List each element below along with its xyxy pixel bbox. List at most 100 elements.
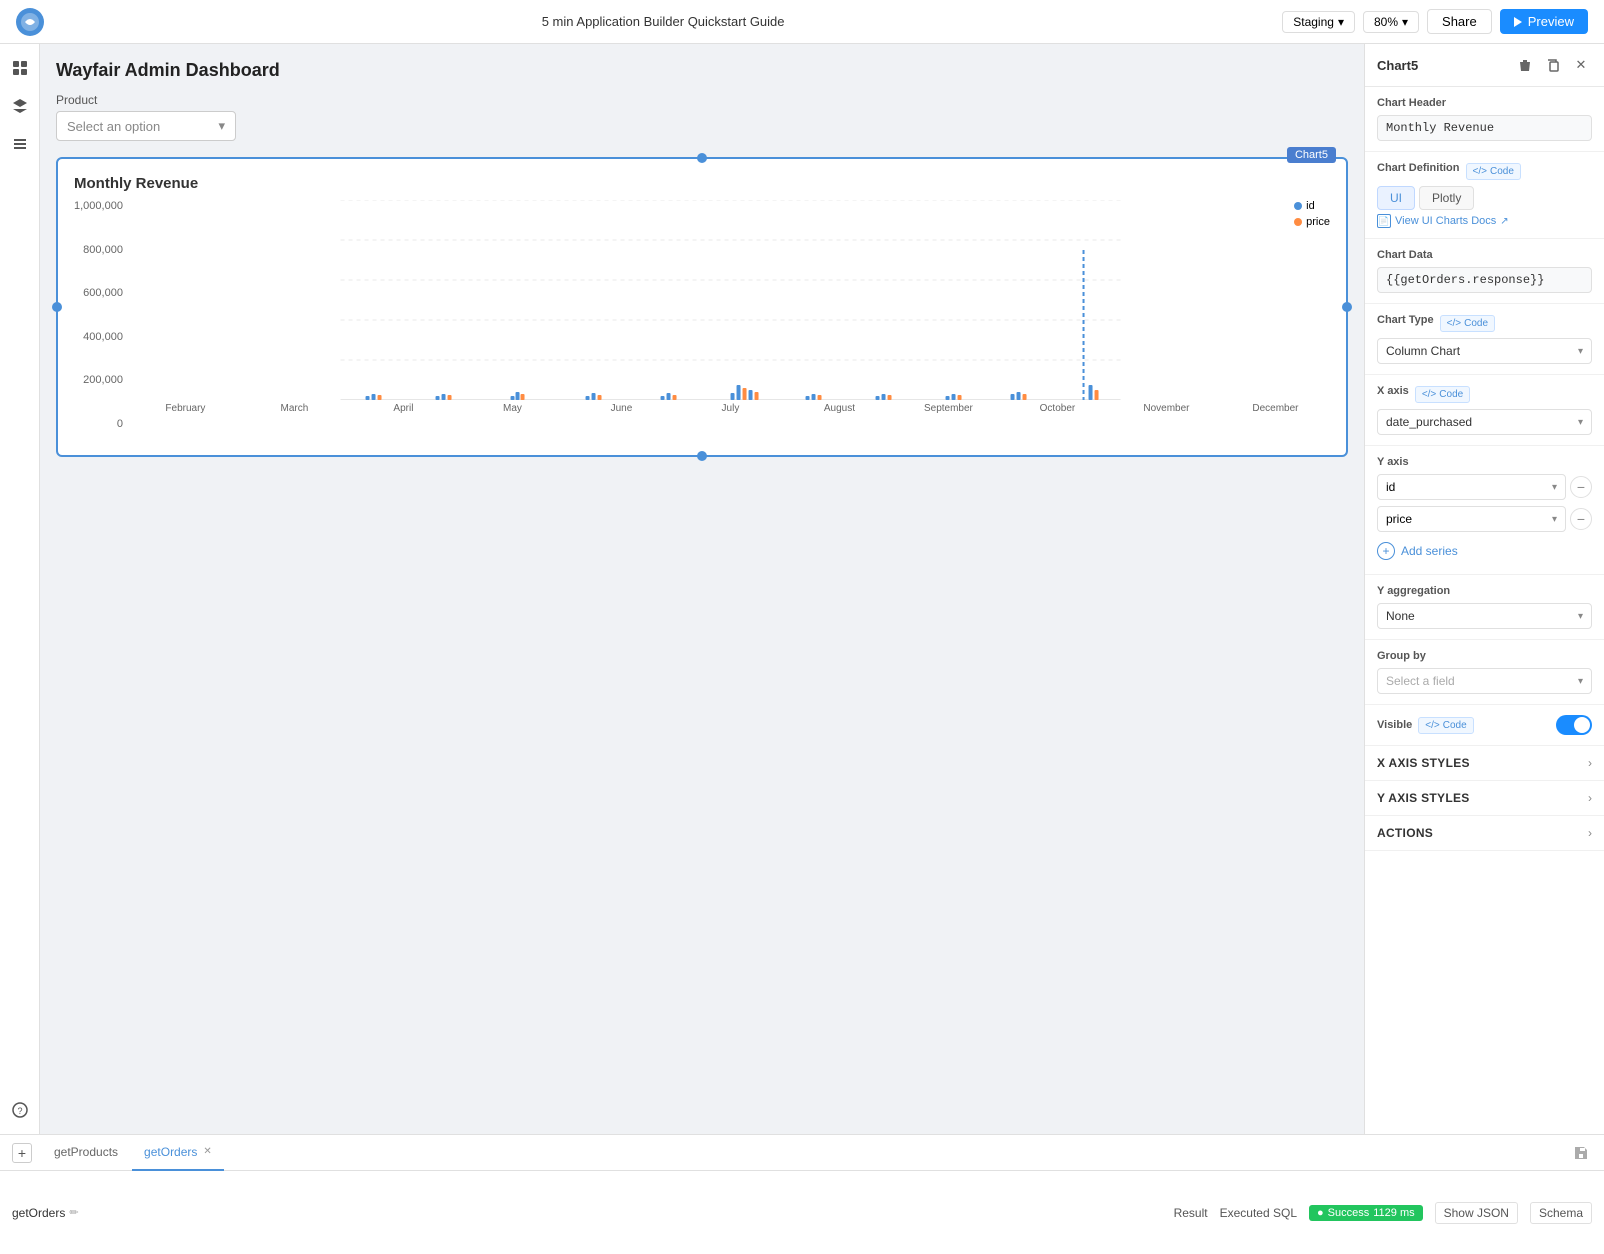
preview-label: Preview	[1528, 14, 1574, 29]
resize-handle-left[interactable]	[52, 302, 62, 312]
y-axis-series1-value: id	[1386, 480, 1395, 494]
query-name: getOrders ✏	[12, 1206, 79, 1220]
copy-icon[interactable]	[1542, 54, 1564, 76]
code-label-visible: Code	[1443, 720, 1467, 731]
y-aggregation-section: Y aggregation None ▾	[1365, 575, 1604, 640]
sidebar-icon-grid[interactable]	[4, 52, 36, 84]
docs-link[interactable]: 📄 View UI Charts Docs ↗	[1377, 214, 1592, 228]
minus-icon-2: −	[1577, 511, 1585, 527]
y-axis-series1-chevron-icon: ▾	[1552, 482, 1557, 493]
y-axis-series2-dropdown[interactable]: price ▾	[1377, 506, 1566, 532]
edit-icon[interactable]: ✏	[69, 1206, 78, 1219]
close-icon[interactable]: ✕	[1570, 54, 1592, 76]
bottom-panel: + getProducts getOrders ✕ getOrders ✏ Re…	[0, 1134, 1604, 1254]
result-label: Result	[1174, 1206, 1208, 1220]
x-axis-styles-section[interactable]: X AXIS STYLES ›	[1365, 746, 1604, 781]
y-axis-label: Y axis	[1377, 456, 1592, 468]
chart-data-label: Chart Data	[1377, 249, 1592, 261]
tab-get-orders[interactable]: getOrders ✕	[132, 1135, 224, 1171]
x-axis-label: X axis	[1377, 385, 1409, 397]
trash-icon[interactable]	[1514, 54, 1536, 76]
y-axis-series2-chevron-icon: ▾	[1552, 514, 1557, 525]
sidebar-icon-layers[interactable]	[4, 90, 36, 122]
save-icon[interactable]	[1570, 1142, 1592, 1164]
x-axis-row: X axis </> Code	[1377, 385, 1592, 403]
chart-type-dropdown[interactable]: Column Chart ▾	[1377, 338, 1592, 364]
resize-handle-top[interactable]	[697, 153, 707, 163]
x-axis-chevron-icon: ▾	[1578, 417, 1583, 428]
actions-section[interactable]: ACTIONS ›	[1365, 816, 1604, 851]
chart-data-input[interactable]: {{getOrders.response}}	[1377, 267, 1592, 293]
sidebar-icon-menu[interactable]	[4, 128, 36, 160]
env-badge[interactable]: Staging ▾	[1282, 11, 1355, 33]
product-select[interactable]: Select an option ▾	[56, 111, 236, 141]
product-select-placeholder: Select an option	[67, 119, 160, 134]
code-badge-visible[interactable]: </> Code	[1418, 717, 1473, 734]
main-layout: ? Wayfair Admin Dashboard Product Select…	[0, 44, 1604, 1134]
sidebar-icon-help[interactable]: ?	[4, 1094, 36, 1126]
zoom-chevron-icon: ▾	[1402, 15, 1408, 29]
right-panel: Chart5 ✕ Chart Header Monthly Revenue Ch…	[1364, 44, 1604, 1134]
chart-def-tabs: UI Plotly	[1377, 186, 1592, 210]
y-axis-styles-section[interactable]: Y AXIS STYLES ›	[1365, 781, 1604, 816]
resize-handle-bottom[interactable]	[697, 451, 707, 461]
chart-header-input[interactable]: Monthly Revenue	[1377, 115, 1592, 141]
x-axis-styles-label: X AXIS STYLES	[1377, 756, 1470, 770]
y-axis-series2-row: price ▾ −	[1377, 506, 1592, 532]
chart-legend: id price	[1294, 200, 1330, 228]
remove-series2-button[interactable]: −	[1570, 508, 1592, 530]
x-axis-dropdown[interactable]: date_purchased ▾	[1377, 409, 1592, 435]
play-icon	[1514, 17, 1522, 27]
show-json-button[interactable]: Show JSON	[1435, 1202, 1518, 1224]
remove-series1-button[interactable]: −	[1570, 476, 1592, 498]
chart-definition-section: Chart Definition </> Code UI Plotly 📄 Vi…	[1365, 152, 1604, 239]
chart-type-chevron-icon: ▾	[1578, 346, 1583, 357]
topbar-left	[16, 8, 44, 36]
group-by-chevron-icon: ▾	[1578, 676, 1583, 687]
resize-handle-right[interactable]	[1342, 302, 1352, 312]
code-icon-def: </>	[1473, 166, 1487, 177]
ui-tab[interactable]: UI	[1377, 186, 1415, 210]
x-label-aug: August	[785, 403, 894, 414]
schema-button[interactable]: Schema	[1530, 1202, 1592, 1224]
svg-text:?: ?	[17, 1106, 22, 1116]
chart-title: Monthly Revenue	[74, 175, 1330, 192]
tab-get-products[interactable]: getProducts	[42, 1135, 130, 1171]
code-badge-type[interactable]: </> Code	[1440, 315, 1495, 332]
preview-button[interactable]: Preview	[1500, 9, 1588, 34]
env-label: Staging	[1293, 15, 1334, 29]
chart-type-label: Chart Type	[1377, 314, 1434, 326]
query-name-text: getOrders	[12, 1206, 65, 1220]
y-axis-styles-chevron-icon: ›	[1588, 791, 1592, 805]
panel-header: Chart5 ✕	[1365, 44, 1604, 87]
y-agg-dropdown[interactable]: None ▾	[1377, 603, 1592, 629]
chart-svg	[131, 200, 1330, 400]
zoom-badge[interactable]: 80% ▾	[1363, 11, 1419, 33]
chart-header-label: Chart Header	[1377, 97, 1592, 109]
x-label-may: May	[458, 403, 567, 414]
chart-body: February March April May June July Augus…	[131, 200, 1330, 430]
x-axis-section: X axis </> Code date_purchased ▾	[1365, 375, 1604, 446]
y-agg-value: None	[1386, 609, 1415, 623]
add-series-button[interactable]: + Add series	[1377, 538, 1592, 564]
chart-widget: Chart5 Monthly Revenue 1,000,000 800,000…	[56, 157, 1348, 457]
code-badge-xaxis[interactable]: </> Code	[1415, 386, 1470, 403]
plotly-tab[interactable]: Plotly	[1419, 186, 1474, 210]
topbar: 5 min Application Builder Quickstart Gui…	[0, 0, 1604, 44]
code-icon-xaxis: </>	[1422, 389, 1436, 400]
external-link-icon: ↗	[1500, 216, 1508, 227]
visible-row: Visible </> Code	[1377, 715, 1592, 735]
share-button[interactable]: Share	[1427, 9, 1492, 34]
code-badge-def[interactable]: </> Code	[1466, 163, 1521, 180]
y-label-5: 200,000	[74, 374, 123, 386]
chart-data-section: Chart Data {{getOrders.response}}	[1365, 239, 1604, 304]
group-by-dropdown[interactable]: Select a field ▾	[1377, 668, 1592, 694]
visible-toggle[interactable]	[1556, 715, 1592, 735]
chart-container: 1,000,000 800,000 600,000 400,000 200,00…	[74, 200, 1330, 430]
tab-close-icon[interactable]: ✕	[203, 1146, 211, 1157]
y-axis-series1-dropdown[interactable]: id ▾	[1377, 474, 1566, 500]
x-label-jul: July	[676, 403, 785, 414]
zoom-label: 80%	[1374, 15, 1398, 29]
add-query-button[interactable]: +	[12, 1143, 32, 1163]
x-label-dec: December	[1221, 403, 1330, 414]
